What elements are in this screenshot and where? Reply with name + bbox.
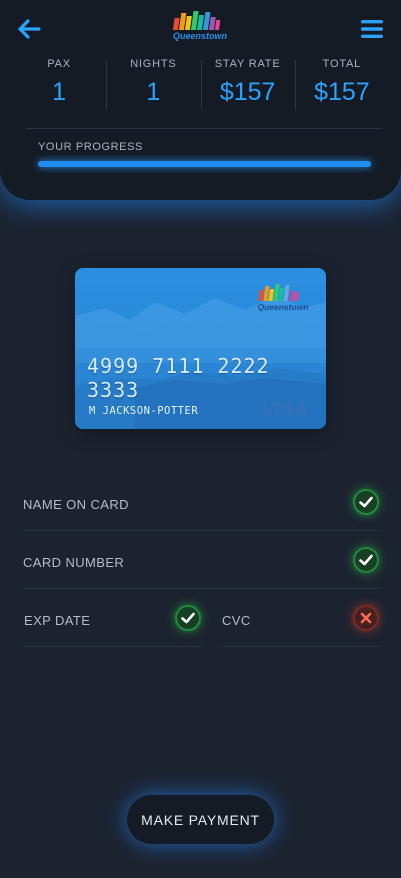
stat-label: NIGHTS — [130, 58, 177, 70]
card-number: 4999 7111 2222 3333 — [87, 354, 270, 402]
check-icon — [353, 489, 379, 515]
stat-pax: PAX 1 — [12, 58, 106, 112]
stat-label: PAX — [47, 58, 71, 70]
header-divider — [26, 128, 381, 129]
queenstown-logo: Queenstown — [172, 11, 228, 41]
stat-value: 1 — [146, 78, 161, 106]
stat-nights: NIGHTS 1 — [106, 58, 200, 112]
field-label: CARD NUMBER — [23, 555, 125, 570]
name-on-card-field[interactable]: NAME ON CARD — [23, 487, 380, 531]
booking-stats: PAX 1 NIGHTS 1 STAY RATE $157 TOTAL $157 — [12, 58, 389, 112]
card-holder-name: M JACKSON-POTTER — [89, 405, 199, 417]
stat-value: $157 — [314, 78, 370, 106]
progress-label: YOUR PROGRESS — [38, 141, 143, 153]
make-payment-button[interactable]: MAKE PAYMENT — [127, 795, 274, 844]
card-queenstown-logo: Queenstown — [257, 284, 309, 312]
x-icon — [353, 605, 379, 631]
stat-total: TOTAL $157 — [294, 58, 389, 112]
progress-bar-fill — [38, 161, 371, 167]
menu-button[interactable] — [357, 14, 387, 44]
progress-bar — [38, 161, 371, 167]
arrow-left-icon — [18, 19, 41, 39]
stat-stay-rate: STAY RATE $157 — [200, 58, 295, 112]
check-icon — [353, 547, 379, 573]
stat-value: 1 — [52, 78, 67, 106]
hamburger-menu-icon — [361, 20, 383, 38]
credit-card-preview: Queenstown 4999 7111 2222 3333 M JACKSON… — [75, 268, 326, 429]
exp-date-field[interactable]: EXP DATE — [24, 603, 202, 647]
logo-text: Queenstown — [173, 31, 228, 41]
card-number-field[interactable]: CARD NUMBER — [23, 545, 380, 589]
card-logo-text: Queenstown — [257, 302, 308, 312]
stat-value: $157 — [219, 78, 276, 106]
field-label: EXP DATE — [24, 613, 91, 628]
stat-label: STAY RATE — [214, 58, 281, 70]
card-brand-visa: VISA — [261, 399, 308, 420]
cvc-field[interactable]: CVC — [222, 603, 380, 647]
check-icon — [175, 605, 201, 631]
stat-label: TOTAL — [322, 58, 362, 70]
back-button[interactable] — [14, 14, 44, 44]
field-label: NAME ON CARD — [23, 497, 129, 512]
field-label: CVC — [222, 613, 251, 628]
booking-summary-header: Queenstown PAX 1 NIGHTS 1 STAY RATE $157… — [0, 0, 401, 200]
